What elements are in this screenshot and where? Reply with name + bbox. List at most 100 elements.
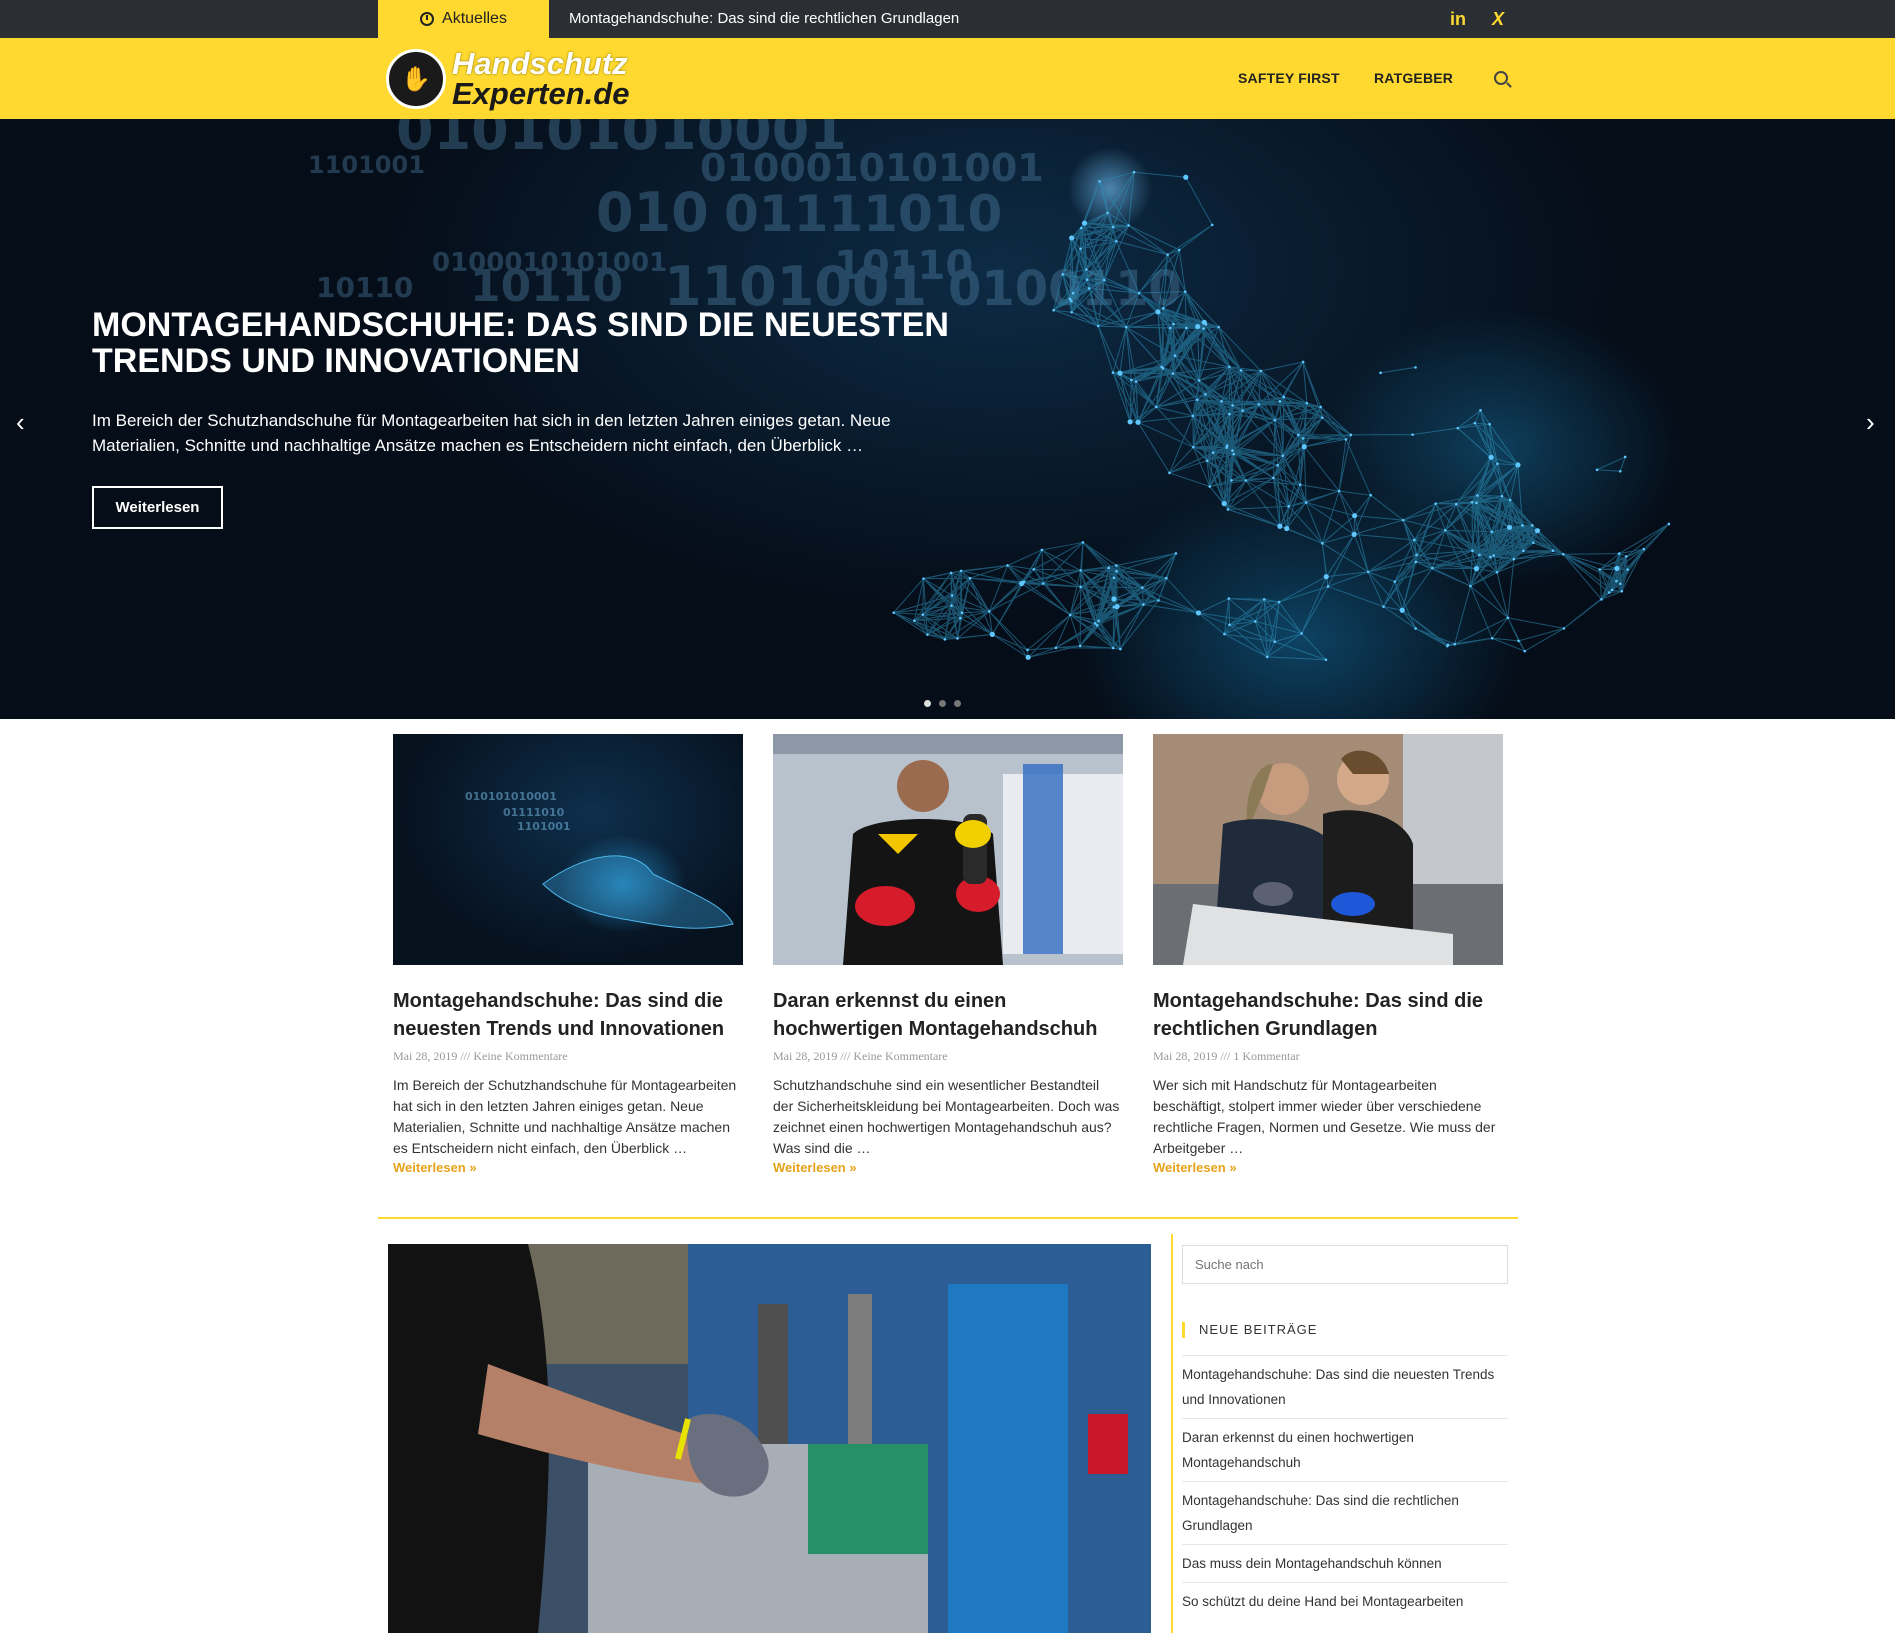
slider-dot[interactable] <box>939 700 946 707</box>
hero-title[interactable]: Montagehandschuhe: Das sind die neuesten… <box>92 307 972 379</box>
read-more-link[interactable]: Weiterlesen » <box>393 1160 477 1175</box>
mesh-line <box>1027 614 1071 658</box>
mesh-node <box>1191 414 1195 418</box>
thumbnail-art <box>773 734 1123 965</box>
mesh-node <box>1052 308 1055 312</box>
mesh-node <box>1496 462 1499 466</box>
mesh-line <box>1597 469 1621 472</box>
linkedin-icon[interactable]: in <box>1450 0 1466 38</box>
mesh-node <box>1531 524 1534 527</box>
mesh-line <box>1625 523 1670 557</box>
mesh-line <box>1513 553 1564 560</box>
mesh-line <box>1354 515 1369 573</box>
post-title[interactable]: Montagehandschuhe: Das sind die rechtlic… <box>1153 987 1503 1043</box>
mesh-node <box>1068 613 1072 617</box>
recent-post-link[interactable]: Montagehandschuhe: Das sind die rechtlic… <box>1182 1481 1508 1544</box>
mesh-node <box>1111 225 1115 229</box>
xing-icon[interactable]: X <box>1492 0 1504 38</box>
mesh-node <box>1399 607 1405 613</box>
post-title[interactable]: Montagehandschuhe: Das sind die neuesten… <box>393 987 743 1043</box>
mesh-node <box>1204 393 1207 396</box>
mesh-line <box>1097 325 1121 374</box>
mesh-node <box>1490 636 1494 640</box>
mesh-line <box>1509 500 1511 528</box>
site-logo[interactable]: ✋ Handschutz Experten.de <box>386 48 629 110</box>
mesh-node <box>1087 287 1091 290</box>
slider-dot[interactable] <box>954 700 961 707</box>
mesh-node <box>1032 567 1036 571</box>
slider-prev-arrow[interactable]: ‹ <box>16 409 25 435</box>
mesh-node <box>1202 327 1205 330</box>
mesh-line <box>1267 656 1326 661</box>
mesh-line <box>1412 427 1458 436</box>
mesh-line <box>1079 586 1082 646</box>
mesh-line <box>1227 509 1281 527</box>
mesh-line <box>1119 600 1159 650</box>
recent-post-link[interactable]: Daran erkennst du einen hochwertigen Mon… <box>1182 1418 1508 1481</box>
hero-read-more-button[interactable]: Weiterlesen <box>92 486 223 529</box>
mesh-line <box>1305 502 1355 535</box>
mesh-line <box>1260 370 1281 402</box>
binary-text: 01111010 <box>503 806 565 819</box>
news-badge[interactable]: Aktuelles <box>378 0 549 38</box>
mesh-node <box>1431 566 1434 570</box>
mesh-line <box>1198 598 1230 614</box>
mesh-node <box>1161 307 1165 310</box>
post-thumbnail[interactable]: 010101010001 01111010 1101001 <box>393 734 743 965</box>
mesh-node <box>1097 619 1100 623</box>
mesh-node <box>1054 646 1058 650</box>
mesh-node <box>1165 576 1168 580</box>
mesh-node <box>1297 433 1300 437</box>
mesh-node <box>1522 549 1525 553</box>
recent-post-link[interactable]: Das muss dein Montagehandschuh können <box>1182 1544 1508 1582</box>
mesh-node <box>1195 323 1201 330</box>
slider-dot[interactable] <box>924 700 931 707</box>
mesh-line <box>1288 505 1323 544</box>
mesh-node <box>1070 299 1073 303</box>
read-more-link[interactable]: Weiterlesen » <box>773 1160 857 1175</box>
nav-safety-first[interactable]: SAFTEY FIRST <box>1238 38 1340 119</box>
read-more-link[interactable]: Weiterlesen » <box>1153 1160 1237 1175</box>
mesh-node <box>1476 494 1479 497</box>
recent-post-link[interactable]: Montagehandschuhe: Das sind die neuesten… <box>1182 1355 1508 1418</box>
post-title[interactable]: Daran erkennst du einen hochwertigen Mon… <box>773 987 1123 1043</box>
search-icon[interactable] <box>1494 71 1508 85</box>
news-ticker-link[interactable]: Montagehandschuhe: Das sind die rechtlic… <box>569 0 959 38</box>
mesh-node <box>1117 370 1123 376</box>
mesh-node <box>1475 501 1478 505</box>
post-thumbnail[interactable] <box>773 734 1123 965</box>
mesh-node <box>1619 582 1622 586</box>
mesh-node <box>1277 600 1281 604</box>
mesh-node <box>1453 642 1456 646</box>
post-excerpt: Wer sich mit Handschutz für Montagearbei… <box>1153 1077 1496 1156</box>
binary-text: 0100010101001 <box>700 146 1044 190</box>
mesh-line <box>1474 422 1492 458</box>
mesh-node <box>1227 597 1231 600</box>
mesh-node <box>1221 501 1227 507</box>
logo-line-2: Experten.de <box>452 76 630 111</box>
recent-post-link[interactable]: So schützt du deine Hand bei Montagearbe… <box>1182 1582 1508 1620</box>
mesh-node <box>1337 489 1341 493</box>
mesh-line <box>1345 439 1372 496</box>
nav-ratgeber[interactable]: RATGEBER <box>1374 38 1453 119</box>
mesh-line <box>1198 612 1230 626</box>
mesh-node <box>1470 500 1474 504</box>
mesh-line <box>1339 490 1371 496</box>
featured-image[interactable] <box>388 1244 1151 1633</box>
mesh-node <box>1443 528 1447 532</box>
mesh-node <box>1600 598 1603 601</box>
mesh-line <box>1303 446 1340 492</box>
top-bar: Aktuelles Montagehandschuhe: Das sind di… <box>0 0 1895 38</box>
mesh-node <box>926 633 929 636</box>
mesh-line <box>1380 366 1416 374</box>
mesh-line <box>1401 609 1449 646</box>
binary-text: 01111010 <box>724 185 1002 243</box>
mesh-line <box>1128 225 1168 256</box>
mesh-line <box>1041 549 1081 571</box>
sidebar-search-input[interactable] <box>1182 1245 1508 1284</box>
mesh-node <box>1506 524 1513 531</box>
logo-seal-icon: ✋ <box>386 49 446 109</box>
mesh-line <box>1027 614 1071 651</box>
post-thumbnail[interactable] <box>1153 734 1503 965</box>
slider-next-arrow[interactable]: › <box>1866 409 1875 435</box>
